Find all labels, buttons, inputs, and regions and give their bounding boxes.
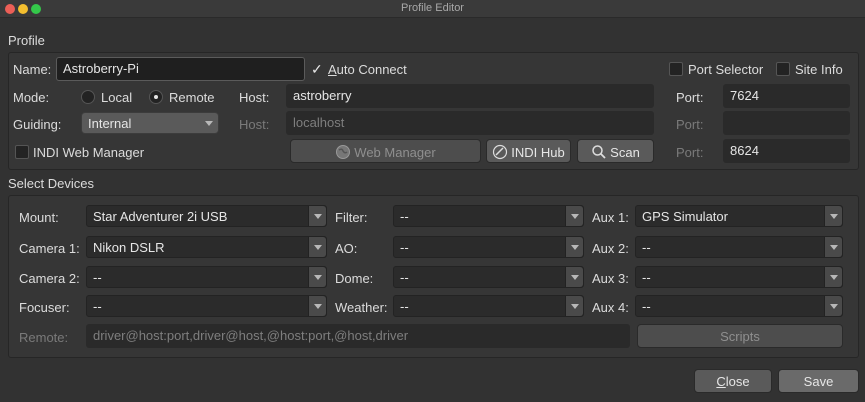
search-icon bbox=[592, 145, 606, 159]
remote-label: Remote: bbox=[19, 330, 69, 345]
mount-value: Star Adventurer 2i USB bbox=[93, 209, 228, 224]
aux2-label: Aux 2: bbox=[592, 241, 629, 256]
globe-icon bbox=[336, 145, 351, 159]
weather-label: Weather: bbox=[335, 300, 388, 315]
mode-remote-label[interactable]: Remote bbox=[169, 90, 215, 105]
aux1-value: GPS Simulator bbox=[642, 209, 728, 224]
mount-combo[interactable]: Star Adventurer 2i USB bbox=[86, 205, 327, 227]
ao-value: -- bbox=[400, 240, 409, 255]
port-selector-checkbox[interactable] bbox=[669, 62, 683, 76]
chevron-down-icon bbox=[308, 267, 326, 287]
chevron-down-icon bbox=[824, 237, 842, 257]
mode-label: Mode: bbox=[13, 90, 50, 105]
web-port-input[interactable]: 8624 bbox=[723, 139, 850, 163]
weather-combo[interactable]: -- bbox=[393, 295, 584, 317]
filter-value: -- bbox=[400, 209, 409, 224]
ao-combo[interactable]: -- bbox=[393, 236, 584, 258]
port-selector-label[interactable]: Port Selector bbox=[688, 62, 763, 77]
weather-value: -- bbox=[400, 299, 409, 314]
aux4-combo[interactable]: -- bbox=[635, 295, 843, 317]
site-info-checkbox[interactable] bbox=[776, 62, 790, 76]
focuser-value: -- bbox=[93, 299, 102, 314]
guiding-combo[interactable]: Internal bbox=[81, 112, 219, 134]
mount-label: Mount: bbox=[19, 210, 59, 225]
name-label: Name: bbox=[13, 62, 52, 77]
aux2-value: -- bbox=[642, 240, 651, 255]
web-port-label: Port: bbox=[676, 145, 704, 160]
camera1-value: Nikon DSLR bbox=[93, 240, 165, 255]
dome-label: Dome: bbox=[335, 271, 374, 286]
web-manager-button[interactable]: Web Manager bbox=[290, 139, 481, 163]
port-label: Port: bbox=[676, 90, 704, 105]
host-label: Host: bbox=[239, 90, 270, 105]
camera2-label: Camera 2: bbox=[19, 271, 80, 286]
camera1-combo[interactable]: Nikon DSLR bbox=[86, 236, 327, 258]
guiding-label: Guiding: bbox=[13, 117, 62, 132]
aux4-label: Aux 4: bbox=[592, 300, 629, 315]
close-button[interactable]: Close bbox=[694, 369, 772, 393]
window-title: Profile Editor bbox=[401, 2, 464, 14]
chevron-down-icon bbox=[308, 237, 326, 257]
aux1-combo[interactable]: GPS Simulator bbox=[635, 205, 843, 227]
web-manager-label: Web Manager bbox=[354, 145, 436, 160]
profile-name-input[interactable]: Astroberry-Pi bbox=[56, 57, 305, 81]
port-input[interactable]: 7624 bbox=[723, 84, 850, 108]
scripts-button[interactable]: Scripts bbox=[637, 324, 843, 348]
indi-web-manager-checkbox[interactable] bbox=[15, 145, 29, 159]
chevron-down-icon bbox=[565, 206, 583, 226]
auto-connect-checkbox[interactable]: ✓ bbox=[311, 61, 323, 78]
camera2-combo[interactable]: -- bbox=[86, 266, 327, 288]
title-bar: Profile Editor bbox=[0, 0, 865, 18]
indi-hub-button[interactable]: INDI Hub bbox=[486, 139, 571, 163]
host-input[interactable]: astroberry bbox=[286, 84, 654, 108]
mode-local-radio[interactable] bbox=[81, 90, 95, 104]
guide-port-label: Port: bbox=[676, 117, 704, 132]
guide-host-input[interactable]: localhost bbox=[286, 111, 654, 135]
guiding-value: Internal bbox=[88, 116, 132, 131]
filter-label: Filter: bbox=[335, 210, 368, 225]
devices-section-label: Select Devices bbox=[8, 176, 94, 191]
chevron-down-icon bbox=[824, 206, 842, 226]
aux3-value: -- bbox=[642, 270, 651, 285]
chevron-down-icon bbox=[824, 296, 842, 316]
save-button[interactable]: Save bbox=[778, 369, 859, 393]
mode-local-label[interactable]: Local bbox=[101, 90, 132, 105]
scan-label: Scan bbox=[610, 145, 640, 160]
camera1-label: Camera 1: bbox=[19, 241, 80, 256]
indi-hub-icon bbox=[493, 144, 508, 160]
dome-combo[interactable]: -- bbox=[393, 266, 584, 288]
dome-value: -- bbox=[400, 270, 409, 285]
aux2-combo[interactable]: -- bbox=[635, 236, 843, 258]
chevron-down-icon bbox=[308, 206, 326, 226]
chevron-down-icon bbox=[565, 267, 583, 287]
chevron-down-icon bbox=[565, 296, 583, 316]
mode-remote-radio[interactable] bbox=[149, 90, 163, 104]
profile-section-label: Profile bbox=[8, 33, 45, 48]
chevron-down-icon bbox=[824, 267, 842, 287]
guide-port-input[interactable] bbox=[723, 111, 850, 135]
chevron-down-icon bbox=[200, 113, 218, 133]
chevron-down-icon bbox=[565, 237, 583, 257]
remote-drivers-input[interactable]: driver@host:port,driver@host,@host:port,… bbox=[86, 324, 630, 348]
scan-button[interactable]: Scan bbox=[577, 139, 654, 163]
focuser-label: Focuser: bbox=[19, 300, 70, 315]
camera2-value: -- bbox=[93, 270, 102, 285]
indi-web-manager-label[interactable]: INDI Web Manager bbox=[33, 145, 144, 160]
focuser-combo[interactable]: -- bbox=[86, 295, 327, 317]
filter-combo[interactable]: -- bbox=[393, 205, 584, 227]
ao-label: AO: bbox=[335, 241, 358, 256]
guide-host-label: Host: bbox=[239, 117, 270, 132]
aux3-label: Aux 3: bbox=[592, 271, 629, 286]
auto-connect-label[interactable]: Auto Connect bbox=[328, 62, 407, 77]
chevron-down-icon bbox=[308, 296, 326, 316]
aux1-label: Aux 1: bbox=[592, 210, 629, 225]
indi-hub-label: INDI Hub bbox=[511, 145, 565, 160]
site-info-label[interactable]: Site Info bbox=[795, 62, 843, 77]
aux3-combo[interactable]: -- bbox=[635, 266, 843, 288]
aux4-value: -- bbox=[642, 299, 651, 314]
